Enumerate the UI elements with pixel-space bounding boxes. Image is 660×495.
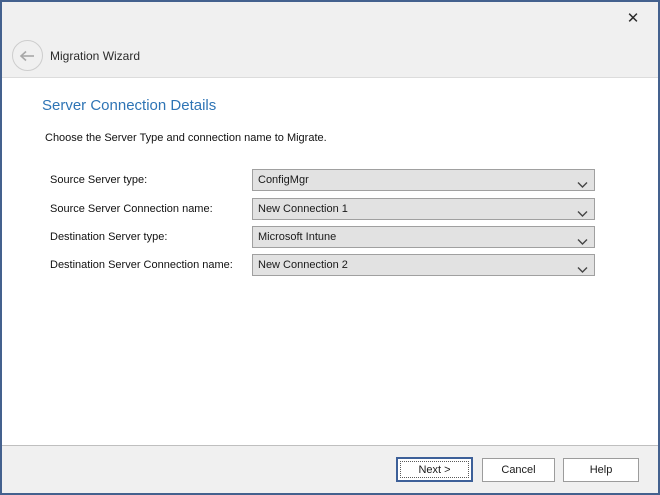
- form-row-destination-server-type: Destination Server type: Microsoft Intun…: [2, 226, 660, 248]
- dropdown-selected-value: ConfigMgr: [258, 174, 577, 186]
- dropdown-selected-value: Microsoft Intune: [258, 231, 577, 243]
- source-connection-name-dropdown[interactable]: New Connection 1: [252, 198, 595, 220]
- source-server-type-dropdown[interactable]: ConfigMgr: [252, 169, 595, 191]
- close-button[interactable]: ✕: [618, 6, 648, 30]
- footer-button-bar: Next > Cancel Help: [2, 445, 658, 493]
- field-label: Source Server Connection name:: [50, 203, 213, 215]
- back-button[interactable]: [12, 40, 43, 71]
- wizard-title: Migration Wizard: [50, 49, 140, 63]
- cancel-button[interactable]: Cancel: [482, 458, 555, 482]
- chevron-down-icon: [577, 261, 588, 269]
- chevron-down-icon: [577, 205, 588, 213]
- back-arrow-icon: [19, 50, 36, 62]
- window-chrome: ✕ Migration Wizard: [2, 2, 658, 78]
- form-row-destination-connection-name: Destination Server Connection name: New …: [2, 254, 660, 276]
- dropdown-selected-value: New Connection 2: [258, 259, 577, 271]
- chevron-down-icon: [577, 233, 588, 241]
- field-label: Destination Server Connection name:: [50, 259, 233, 271]
- field-label: Destination Server type:: [50, 231, 167, 243]
- next-button[interactable]: Next >: [396, 457, 473, 482]
- field-label: Source Server type:: [50, 174, 147, 186]
- page-title: Server Connection Details: [42, 97, 216, 114]
- chevron-down-icon: [577, 176, 588, 184]
- form-row-source-connection-name: Source Server Connection name: New Conne…: [2, 198, 660, 220]
- form-row-source-server-type: Source Server type: ConfigMgr: [2, 169, 660, 191]
- dropdown-selected-value: New Connection 1: [258, 203, 577, 215]
- migration-wizard-window: ✕ Migration Wizard Server Connection Det…: [0, 0, 660, 495]
- help-button[interactable]: Help: [563, 458, 639, 482]
- destination-connection-name-dropdown[interactable]: New Connection 2: [252, 254, 595, 276]
- close-icon: ✕: [627, 9, 640, 27]
- destination-server-type-dropdown[interactable]: Microsoft Intune: [252, 226, 595, 248]
- instruction-text: Choose the Server Type and connection na…: [45, 132, 327, 144]
